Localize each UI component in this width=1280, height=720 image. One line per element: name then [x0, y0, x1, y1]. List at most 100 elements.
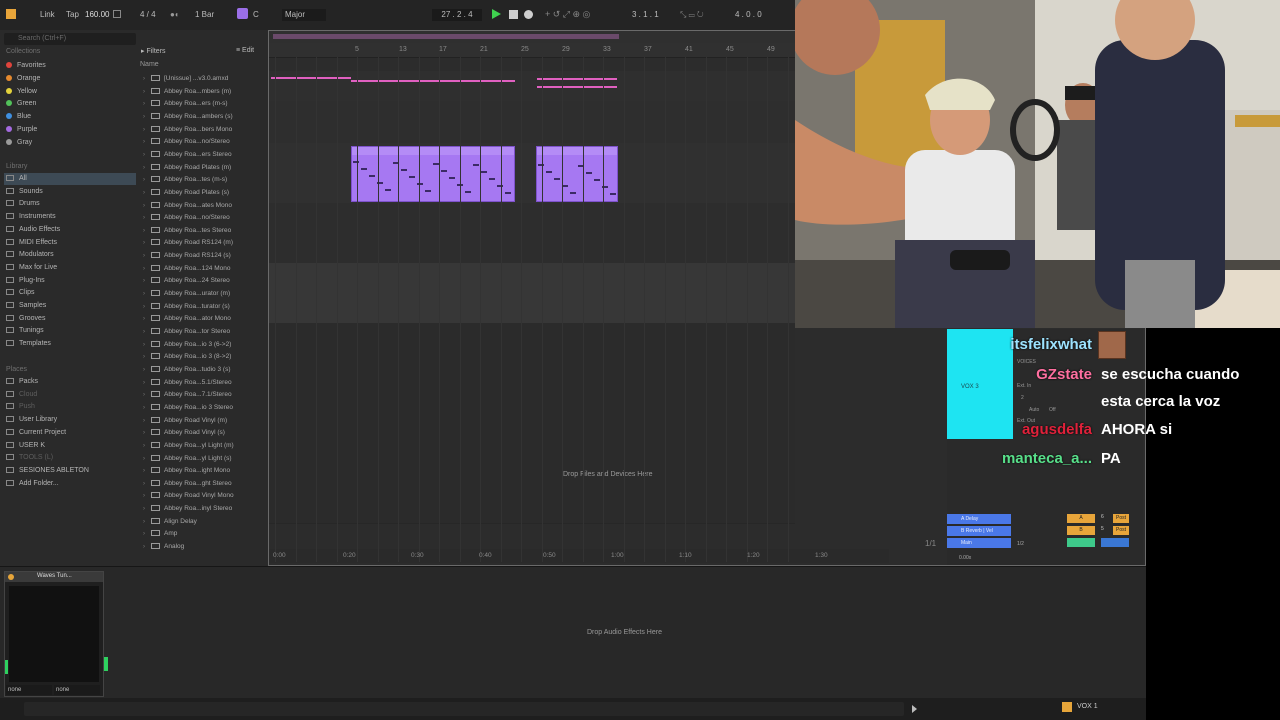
file-list-item[interactable]: › Align Delay — [143, 516, 197, 528]
collection-item-orange[interactable]: Orange — [6, 73, 40, 85]
sidechain-select-2[interactable]: none — [54, 685, 100, 695]
midi-note[interactable] — [353, 161, 359, 163]
return-track-1[interactable]: B Reverb | Vel — [947, 526, 1011, 536]
file-list-item[interactable]: › Abbey Roa...tudio 3 (s) — [143, 364, 230, 376]
search-input[interactable]: Search (Ctrl+F) — [4, 33, 136, 45]
automation-line[interactable] — [271, 77, 351, 79]
return-track-0[interactable]: A Delay — [947, 514, 1011, 524]
file-list-item[interactable]: › Abbey Roa...5.1/Stereo — [143, 377, 232, 389]
metronome-icon[interactable] — [113, 10, 121, 18]
midi-note[interactable] — [425, 190, 431, 192]
track-header-vox3[interactable]: VOX 3 — [947, 329, 1013, 439]
file-list-item[interactable]: › Abbey Roa...tor Stereo — [143, 326, 230, 338]
file-list-item[interactable]: › Abbey Road RS124 (m) — [143, 237, 233, 249]
punch-icon[interactable]: ⤡ ▭ ↻ — [680, 10, 704, 20]
file-list-item[interactable]: › Abbey Road Plates (m) — [143, 162, 231, 174]
sidechain-select-1[interactable]: none — [6, 685, 52, 695]
file-list-item[interactable]: › Abbey Roa...7.1/Stereo — [143, 389, 232, 401]
automation-line[interactable] — [351, 80, 515, 82]
name-column-header[interactable]: Name — [140, 61, 159, 68]
device-power-icon[interactable] — [8, 574, 14, 580]
monitor-off-button[interactable]: Off — [1049, 407, 1056, 413]
midi-note[interactable] — [586, 172, 592, 174]
library-item-templates[interactable]: Templates — [6, 338, 51, 350]
main-pan[interactable] — [1101, 538, 1129, 547]
file-list-item[interactable]: › Abbey Roa...tes Stereo — [143, 225, 231, 237]
file-list-item[interactable]: › Abbey Roa...ght Stereo — [143, 478, 232, 490]
arrangement-position[interactable]: 27 . 2 . 4 — [432, 9, 482, 21]
track-lane-empty-3[interactable] — [269, 323, 795, 524]
beat-time-ruler[interactable]: 5 13 17 21 25 29 33 37 41 45 49 — [269, 43, 795, 58]
automation-line[interactable] — [537, 78, 617, 80]
library-item-tunings[interactable]: Tunings — [6, 325, 44, 337]
library-item-modulators[interactable]: Modulators — [6, 249, 54, 261]
file-list-item[interactable]: › Abbey Roa...124 Mono — [143, 263, 231, 275]
send-knob-1[interactable]: B — [1067, 526, 1095, 535]
file-list-item[interactable]: › Abbey Roa...ates Mono — [143, 200, 232, 212]
file-list-item[interactable]: › Abbey Roa...no/Stereo — [143, 212, 230, 224]
file-list-item[interactable]: › Abbey Roa...yl Light (m) — [143, 440, 234, 452]
midi-clip[interactable] — [351, 146, 515, 202]
midi-note[interactable] — [570, 192, 576, 194]
device-header[interactable]: Waves Tun... — [5, 572, 103, 582]
midi-note[interactable] — [505, 192, 511, 194]
midi-clip[interactable] — [536, 146, 618, 202]
midi-note[interactable] — [546, 171, 552, 173]
file-list-item[interactable]: › Abbey Road Plates (s) — [143, 187, 229, 199]
file-list-item[interactable]: › Abbey Roa...urator (m) — [143, 288, 230, 300]
time-ruler-bottom[interactable] — [269, 549, 889, 563]
file-list-item[interactable]: › Abbey Roa...ers Stereo — [143, 149, 232, 161]
midi-note[interactable] — [554, 178, 560, 180]
file-list-item[interactable]: › Analog — [143, 541, 184, 553]
library-item-max-for-live[interactable]: Max for Live — [6, 262, 57, 274]
main-ratio[interactable]: 1/2 — [1017, 541, 1024, 547]
midi-note[interactable] — [449, 177, 455, 179]
file-list-item[interactable]: › Abbey Roa...ers (m-s) — [143, 98, 228, 110]
follow-icon[interactable]: ●◐ — [170, 10, 180, 19]
midi-note[interactable] — [465, 191, 471, 193]
track-lane-empty-2[interactable] — [269, 203, 795, 264]
zoom-value[interactable]: 0.00x — [959, 555, 971, 561]
midi-note[interactable] — [594, 179, 600, 181]
collection-item-gray[interactable]: Gray — [6, 137, 32, 149]
io-ext-in-label[interactable]: Ext. In — [1017, 383, 1031, 389]
track-lane-midi[interactable] — [269, 143, 795, 204]
quantize-menu[interactable]: 1 Bar — [195, 10, 214, 19]
midi-note[interactable] — [610, 193, 616, 195]
record-icon[interactable] — [524, 10, 533, 19]
tap-button[interactable]: Tap — [66, 10, 79, 19]
stop-icon[interactable] — [509, 10, 518, 19]
file-list-item[interactable]: › Amp — [143, 528, 177, 540]
tempo-field[interactable]: 160.00 — [85, 10, 109, 19]
places-item-7[interactable]: SESIONES ABLETON — [6, 465, 89, 477]
midi-note[interactable] — [441, 170, 447, 172]
file-list-item[interactable]: › Abbey Road Vinyl Mono — [143, 490, 234, 502]
post-button-1[interactable]: Post — [1113, 526, 1129, 535]
midi-note[interactable] — [473, 164, 479, 166]
midi-note[interactable] — [369, 175, 375, 177]
library-item-clips[interactable]: Clips — [6, 287, 35, 299]
device-title[interactable]: Waves Tun... — [37, 573, 72, 579]
file-list-item[interactable]: › Abbey Roa...bers Mono — [143, 124, 232, 136]
link-button[interactable]: Link — [40, 10, 55, 19]
edit-button[interactable]: ≡ Edit — [236, 47, 254, 54]
file-list-item[interactable]: › Abbey Roa...inyl Stereo — [143, 503, 232, 515]
selected-track-label[interactable]: VOX 1 — [1077, 703, 1098, 710]
track-lane-automation[interactable] — [269, 71, 795, 102]
library-item-plug-ins[interactable]: Plug-Ins — [6, 275, 45, 287]
automation-tools-icon[interactable]: + ↺ ⤢ ⊕ ◎ — [545, 9, 590, 20]
file-list-item[interactable]: › Abbey Roa...io 3 (6->2) — [143, 339, 231, 351]
monitor-auto-button[interactable]: Auto — [1029, 407, 1039, 413]
places-item-8[interactable]: Add Folder... — [6, 478, 59, 490]
places-item-1[interactable]: Cloud — [6, 389, 37, 401]
library-item-grooves[interactable]: Grooves — [6, 313, 45, 325]
collection-item-green[interactable]: Green — [6, 98, 36, 110]
file-list-item[interactable]: › Abbey Roa...mbers (m) — [143, 86, 231, 98]
file-list-item[interactable]: › Abbey Road Vinyl (s) — [143, 427, 225, 439]
library-item-all[interactable]: All — [4, 173, 136, 185]
scale-icon[interactable] — [237, 8, 248, 19]
midi-note[interactable] — [489, 178, 495, 180]
time-signature[interactable]: 4 / 4 — [140, 10, 156, 19]
key-select[interactable]: C — [253, 10, 259, 19]
file-list-item[interactable]: › Abbey Roa...io 3 (8->2) — [143, 351, 231, 363]
